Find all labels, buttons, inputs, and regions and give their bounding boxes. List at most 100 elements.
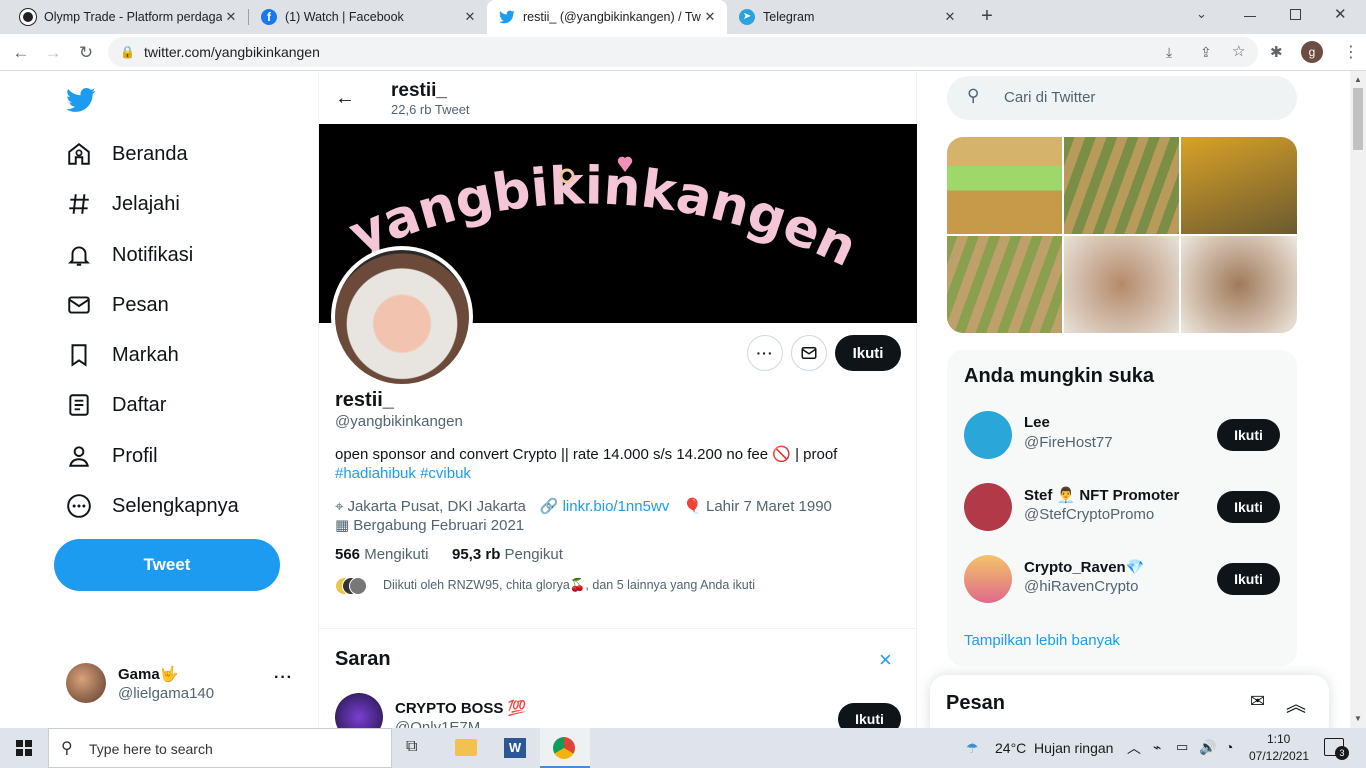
follow-button[interactable]: Ikuti [838, 703, 901, 728]
tweet-button[interactable]: Tweet [54, 539, 280, 591]
back-arrow-icon[interactable]: ← [335, 87, 355, 110]
tab-facebook[interactable]: f (1) Watch | Facebook ✕ [249, 0, 487, 34]
tab-twitter[interactable]: restii_ (@yangbikinkangen) / Twitter ✕ [487, 0, 727, 34]
suggestion-row[interactable]: Stef 👨‍💼 NFT Promoter @StefCryptoPromo I… [947, 475, 1297, 547]
volume-icon[interactable]: 🔊 [1199, 739, 1216, 756]
scroll-down-icon[interactable]: ▼ [1354, 714, 1362, 723]
sidebar-item-selengkapnya[interactable]: Selengkapnya [66, 486, 239, 526]
address-bar-row: ← → ↻ 🔒 twitter.com/yangbikinkangen ⤓ ⇪ … [0, 34, 1366, 71]
close-tab-icon[interactable]: ✕ [461, 9, 479, 25]
profile-hashtags[interactable]: #hadiahibuk #cvibuk [335, 465, 471, 482]
more-dots-icon[interactable]: ··· [274, 669, 293, 687]
profile-avatar[interactable] [331, 246, 473, 388]
weather-text[interactable]: 24°C Hujan ringan [995, 740, 1113, 756]
follow-button[interactable]: Ikuti [1217, 491, 1280, 523]
following-label: Mengikuti [364, 546, 429, 563]
battery-icon[interactable]: ▭ [1176, 739, 1188, 755]
telegram-icon: ➤ [739, 9, 755, 25]
tray-chevron-icon[interactable]: ︿ [1127, 738, 1141, 758]
tab-telegram[interactable]: ➤ Telegram ✕ [727, 0, 967, 34]
facebook-icon: f [261, 9, 277, 25]
restore-icon[interactable] [1290, 9, 1301, 20]
close-tab-icon[interactable]: ✕ [941, 9, 959, 25]
install-icon[interactable]: ⤓ [1166, 37, 1172, 67]
new-tab-button[interactable]: + [976, 5, 998, 27]
follow-button[interactable]: Ikuti [835, 335, 901, 371]
media-thumb[interactable] [1064, 236, 1179, 333]
url-field[interactable]: 🔒 twitter.com/yangbikinkangen ⤓ ⇪ ☆ [108, 37, 1258, 67]
suggestion-name[interactable]: CRYPTO BOSS 💯 [395, 699, 526, 717]
media-thumb[interactable] [947, 236, 1062, 333]
file-explorer-icon[interactable] [455, 739, 477, 756]
divider [319, 628, 917, 629]
taskbar-search[interactable]: ⚲ Type here to search [48, 728, 392, 768]
close-tab-icon[interactable]: ✕ [701, 9, 719, 25]
following-stat[interactable]: 566 Mengikuti [335, 546, 428, 563]
tab-search-icon[interactable]: ⌄ [1196, 6, 1207, 22]
messages-drawer[interactable]: Pesan ✉ ︽ [930, 675, 1329, 728]
follow-button[interactable]: Ikuti [1217, 419, 1280, 451]
scroll-thumb[interactable] [1353, 88, 1363, 150]
back-icon[interactable]: ← [10, 42, 32, 64]
media-thumb[interactable] [947, 137, 1062, 234]
avatar [335, 693, 383, 728]
twitter-icon [499, 9, 515, 25]
media-grid[interactable] [947, 137, 1297, 333]
reload-icon[interactable]: ↻ [75, 42, 97, 64]
close-window-icon[interactable]: ✕ [1334, 5, 1347, 23]
account-switcher[interactable]: Gama🤟 @lielgama140 ··· [54, 653, 304, 713]
chrome-taskbar-button[interactable] [540, 728, 590, 768]
word-icon[interactable]: W [504, 738, 526, 758]
menu-icon[interactable]: ⋮ [1343, 42, 1359, 62]
scroll-up-icon[interactable]: ▲ [1354, 75, 1362, 84]
search-input[interactable]: ⚲ Cari di Twitter [947, 76, 1297, 120]
task-view-icon[interactable]: ⧉ [406, 738, 417, 756]
sidebar-item-jelajahi[interactable]: Jelajahi [66, 184, 180, 224]
link-icon: 🔗 [539, 498, 559, 515]
media-thumb[interactable] [1181, 236, 1297, 333]
url-text: twitter.com/yangbikinkangen [144, 44, 320, 60]
tab-title: Olymp Trade - Platform perdagangan [44, 10, 222, 24]
new-message-icon[interactable]: ✉ [1250, 691, 1265, 712]
profile-avatar[interactable]: g [1301, 41, 1323, 63]
network-icon[interactable]: ⌁ [1153, 739, 1161, 756]
media-thumb[interactable] [1064, 137, 1179, 234]
follow-button[interactable]: Ikuti [1217, 563, 1280, 595]
suggestion-name: Stef 👨‍💼 NFT Promoter [1024, 487, 1180, 504]
message-button[interactable] [791, 335, 827, 371]
clock-time[interactable]: 1:10 [1267, 732, 1290, 746]
followers-stat[interactable]: 95,3 rb Pengikut [452, 546, 563, 563]
followed-by-text[interactable]: Diikuti oleh RNZW95, chita glorya🍒, dan … [383, 578, 755, 593]
sidebar-item-beranda[interactable]: Beranda [66, 134, 188, 174]
media-thumb[interactable] [1181, 137, 1297, 234]
left-sidebar: Beranda Jelajahi Notifikasi Pesan Markah… [0, 71, 318, 728]
sidebar-item-notifikasi[interactable]: Notifikasi [66, 235, 193, 275]
forward-icon[interactable]: → [42, 42, 64, 64]
twitter-logo-icon[interactable] [66, 85, 96, 120]
profile-link[interactable]: linkr.bio/1nn5wv [563, 498, 670, 515]
windows-start-icon[interactable] [16, 740, 32, 756]
show-more-link[interactable]: Tampilkan lebih banyak [964, 632, 1120, 649]
close-suggestions-icon[interactable]: × [879, 647, 892, 673]
wifi-icon[interactable]: ◔ [1225, 739, 1233, 755]
clock-date[interactable]: 07/12/2021 [1249, 749, 1309, 763]
tab-olymp[interactable]: Olymp Trade - Platform perdagangan ✕ [8, 0, 248, 34]
right-sidebar: ⚲ Cari di Twitter Anda mungkin suka Lee … [930, 71, 1329, 728]
close-tab-icon[interactable]: ✕ [222, 9, 240, 25]
sidebar-item-profil[interactable]: Profil [66, 436, 158, 476]
minimize-icon[interactable] [1244, 16, 1256, 17]
suggestion-row[interactable]: Lee @FireHost77 Ikuti [947, 403, 1297, 475]
chevron-up-icon[interactable]: ︽ [1286, 688, 1306, 717]
sidebar-item-pesan[interactable]: Pesan [66, 285, 169, 325]
notification-center-icon[interactable]: 3 [1324, 738, 1349, 760]
page-scrollbar[interactable]: ▲ ▼ [1350, 71, 1366, 728]
extensions-icon[interactable]: ✱ [1270, 43, 1283, 61]
suggestion-row[interactable]: Crypto_Raven💎 @hiRavenCrypto Ikuti [947, 547, 1297, 619]
more-options-button[interactable]: ··· [747, 335, 783, 371]
share-icon[interactable]: ⇪ [1200, 37, 1212, 67]
sidebar-item-daftar[interactable]: Daftar [66, 385, 166, 425]
profile-birthday: Lahir 7 Maret 1990 [705, 497, 832, 515]
sidebar-item-markah[interactable]: Markah [66, 335, 179, 375]
followers-label: Pengikut [504, 546, 563, 563]
bookmark-star-icon[interactable]: ☆ [1232, 37, 1245, 67]
